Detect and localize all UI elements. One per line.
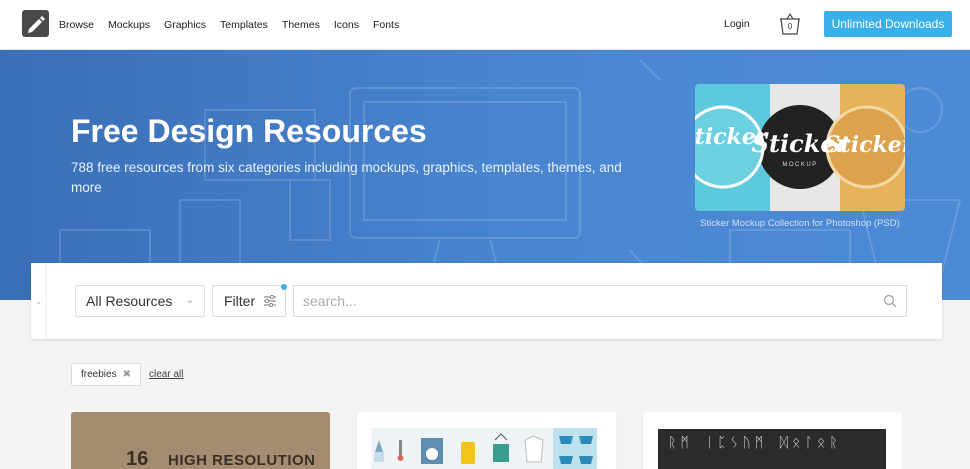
site-logo[interactable] (22, 10, 49, 37)
sliders-icon (264, 295, 276, 307)
filter-active-indicator (281, 284, 287, 290)
hero-subtitle: 788 free resources from six categories i… (71, 160, 622, 195)
featured-resource-thumbnail[interactable]: Sticker Sticker MOCKUP Sticker (695, 84, 905, 211)
nav-mockups[interactable]: Mockups (108, 19, 150, 31)
cart-count: 0 (787, 22, 793, 31)
resource-card[interactable] (357, 412, 616, 469)
remove-tag-icon[interactable]: ✖ (123, 369, 131, 380)
chevron-down-icon: ⌄ (185, 295, 194, 306)
nav-icons[interactable]: Icons (334, 19, 359, 31)
nav-browse[interactable]: Browse (59, 19, 94, 31)
main-nav: Browse Mockups Graphics Templates Themes… (59, 0, 413, 50)
sticker-word-right: Sticker (825, 132, 905, 158)
collapse-toggle-icon[interactable]: ⌄ (31, 263, 47, 339)
login-link[interactable]: Login (724, 18, 750, 30)
filter-button[interactable]: Filter (212, 285, 286, 317)
nav-templates[interactable]: Templates (220, 19, 268, 31)
clear-all-link[interactable]: clear all (149, 369, 183, 380)
resource-card[interactable]: ᚱᛗ ᛁᛈᛊᚢᛗ ᛞᛟᛚᛟᚱ (643, 412, 902, 469)
search-icon[interactable] (883, 294, 897, 308)
resource-card[interactable]: 16 HIGH RESOLUTION (71, 412, 330, 469)
category-select[interactable]: All Resources ⌄ (75, 285, 205, 317)
rune-font-preview: ᚱᛗ ᛁᛈᛊᚢᛗ ᛞᛟᛚᛟᚱ (658, 429, 886, 469)
top-navigation-bar: Browse Mockups Graphics Templates Themes… (0, 0, 970, 50)
filter-label: Filter (224, 293, 256, 309)
pencil-logo-icon (28, 16, 45, 33)
category-select-value: All Resources (86, 293, 173, 309)
nav-fonts[interactable]: Fonts (373, 19, 399, 31)
card-thumbnail-text: HIGH RESOLUTION (168, 452, 316, 469)
sticker-sub-center: MOCKUP (782, 162, 817, 168)
featured-caption[interactable]: Sticker Mockup Collection for Photoshop … (695, 218, 905, 230)
unlimited-downloads-button[interactable]: Unlimited Downloads (824, 11, 952, 37)
nav-themes[interactable]: Themes (282, 19, 320, 31)
search-input[interactable] (294, 286, 854, 316)
laundry-icons-thumbnail (371, 428, 597, 469)
tag-label: freebies (81, 369, 117, 380)
search-field[interactable] (293, 285, 907, 317)
card-thumbnail-number: 16 (126, 448, 149, 469)
nav-graphics[interactable]: Graphics (164, 19, 206, 31)
hero-title: Free Design Resources (71, 113, 427, 149)
sticker-mockup-image: Sticker Sticker MOCKUP Sticker (695, 84, 905, 211)
active-tag-freebies[interactable]: freebies ✖ (71, 363, 141, 386)
search-filter-panel: ⌄ All Resources ⌄ Filter (31, 263, 942, 339)
cart-button[interactable]: 0 (778, 12, 802, 36)
